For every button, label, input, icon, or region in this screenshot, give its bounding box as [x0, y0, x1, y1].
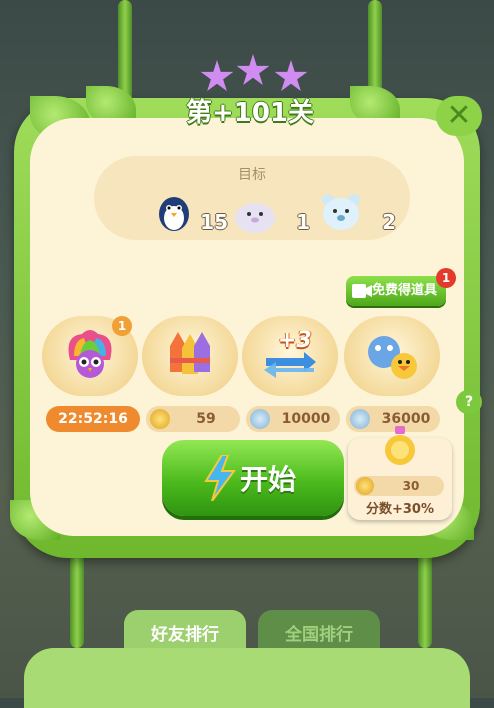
help-button[interactable]: ? [456, 390, 482, 414]
tab-label: 全国排行 [285, 625, 353, 645]
price-text: 59 [196, 411, 216, 427]
booster-price: 10000 [246, 406, 340, 432]
rocket-bundle-icon [170, 332, 210, 374]
booster-timer: 22:52:16 [46, 406, 140, 432]
bottom-right-vine [418, 548, 432, 648]
start-label: 开始 [240, 463, 297, 496]
gold-coin-icon [150, 409, 170, 429]
potion-icon [385, 426, 415, 465]
price-text: 10000 [281, 411, 331, 427]
bonus-label: 分数+30% [365, 502, 434, 517]
goal-count: 1 [296, 210, 310, 234]
free-props-button[interactable]: 免费得道具 [346, 276, 446, 306]
level-title: 第+101关 [185, 98, 315, 128]
silver-coin-icon [250, 409, 270, 429]
penguin-icon [159, 197, 189, 231]
animal-pair-icon [368, 336, 417, 379]
score-bonus-option[interactable]: 30 分数+30% [348, 426, 452, 520]
star-icon [200, 60, 234, 91]
star-icon [236, 54, 270, 85]
plus-three-label: +3 [278, 328, 312, 353]
start-button[interactable]: 开始 [162, 440, 344, 516]
goal-item: 15 [148, 186, 228, 236]
booster-badge: 1 [112, 316, 132, 336]
bonus-cost-text: 30 [402, 479, 420, 493]
goal-title: 目标 [238, 167, 266, 183]
silver-coin-icon [350, 409, 370, 429]
tab-friends-rank[interactable]: 好友排行 [124, 610, 246, 650]
tab-national-rank[interactable]: 全国排行 [258, 610, 380, 650]
goal-box: 目标 15 1 2 [94, 156, 410, 240]
star-icon [274, 60, 308, 91]
booster-animal-pair[interactable] [344, 316, 440, 396]
bonus-cost: 30 [354, 476, 444, 496]
goal-count: 15 [200, 210, 228, 234]
booster-plus-three-moves[interactable]: +3 [242, 316, 338, 396]
goal-count: 2 [382, 210, 396, 234]
bottom-left-vine [70, 548, 84, 648]
polar-bear-icon [322, 194, 360, 230]
goal-item: 2 [316, 186, 396, 236]
gold-coin-icon [356, 477, 374, 495]
timer-text: 22:52:16 [58, 411, 128, 427]
close-button[interactable]: ✕ [436, 96, 482, 136]
free-props-badge: 1 [436, 268, 456, 288]
rainbow-owl-icon [68, 330, 112, 378]
video-icon [352, 284, 372, 298]
lightning-icon [204, 455, 236, 501]
tab-label: 好友排行 [151, 625, 219, 645]
booster-price: 59 [146, 406, 240, 432]
goal-item: 1 [230, 186, 310, 236]
seal-icon [235, 203, 275, 233]
booster-rocket-bundle[interactable] [142, 316, 238, 396]
free-props-label: 免费得道具 [372, 283, 438, 298]
ranking-panel [24, 648, 470, 708]
